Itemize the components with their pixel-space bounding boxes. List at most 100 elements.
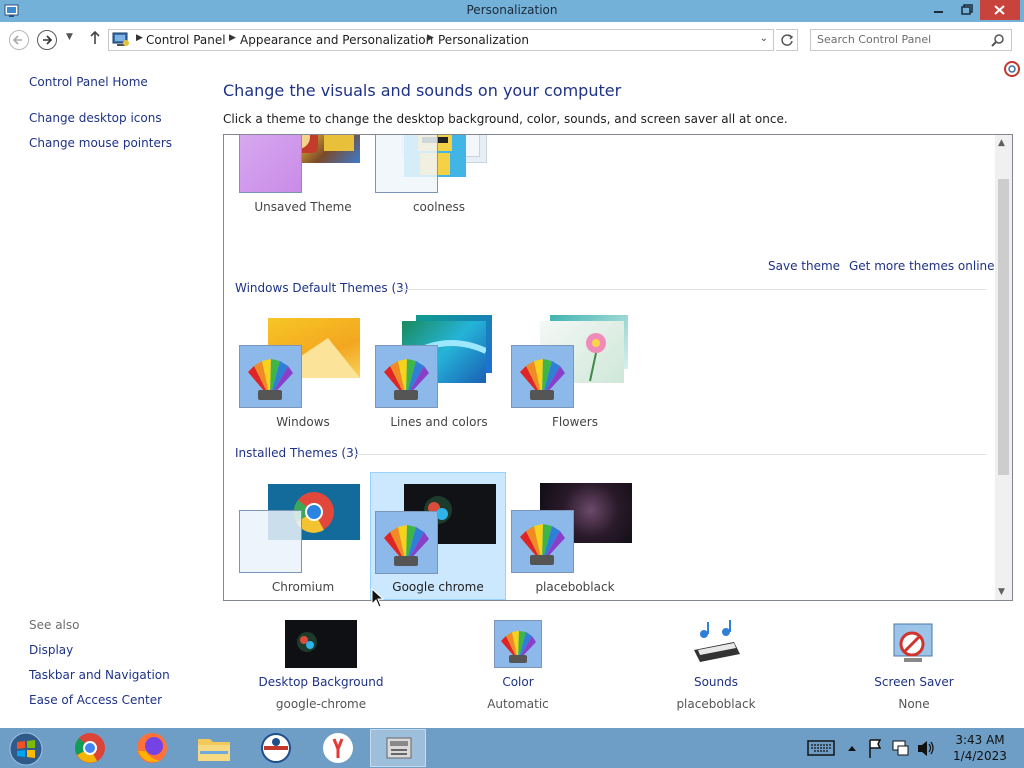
refresh-button[interactable] — [776, 29, 798, 51]
see-also-heading: See also — [29, 618, 80, 632]
volume-icon[interactable] — [916, 728, 936, 768]
app-taskbar-button[interactable] — [248, 729, 304, 767]
control-panel-icon — [112, 32, 129, 46]
desktop-background-value: google-chrome — [275, 697, 367, 711]
theme-color-swatch — [375, 345, 438, 408]
theme-unsaved[interactable]: Unsaved Theme — [236, 135, 370, 229]
start-button[interactable] — [0, 729, 50, 767]
firefox-taskbar-button[interactable] — [124, 729, 180, 767]
title-bar: Personalization — [0, 0, 1024, 22]
forward-button[interactable] — [37, 30, 57, 50]
desktop-background-label[interactable]: Desktop Background — [241, 675, 401, 689]
restore-icon — [961, 4, 973, 15]
theme-label: Lines and colors — [390, 415, 488, 429]
chrome-icon — [75, 733, 105, 763]
up-arrow-icon — [90, 30, 100, 44]
theme-chromium[interactable]: Chromium — [236, 480, 370, 600]
theme-lines-and-colors[interactable]: Lines and colors — [372, 315, 506, 439]
recent-locations-dropdown[interactable]: ▼ — [66, 32, 73, 42]
scroll-up-icon[interactable]: ▲ — [998, 138, 1005, 148]
breadcrumb-appearance[interactable]: Appearance and Personalization — [240, 33, 433, 47]
mouse-cursor-icon — [371, 588, 385, 608]
screen-saver-label[interactable]: Screen Saver — [834, 675, 994, 689]
ease-of-access-link[interactable]: Ease of Access Center — [29, 693, 162, 707]
theme-color-swatch — [375, 135, 438, 193]
close-button[interactable] — [980, 0, 1020, 20]
back-button[interactable] — [9, 30, 29, 50]
screen-saver-icon — [893, 623, 933, 662]
navigation-bar: ▼ ▶ Control Panel ▶ Appearance and Perso… — [0, 22, 1024, 58]
network-icon[interactable] — [890, 728, 912, 768]
file-explorer-taskbar-button[interactable] — [186, 729, 242, 767]
refresh-icon — [780, 34, 793, 46]
theme-label: coolness — [412, 200, 466, 214]
address-dropdown-icon[interactable]: ⌄ — [760, 33, 768, 44]
control-panel-icon — [386, 737, 412, 759]
change-desktop-icons-link[interactable]: Change desktop icons — [29, 111, 162, 125]
theme-google-chrome[interactable]: Google chrome — [370, 472, 506, 600]
window-title: Personalization — [466, 3, 558, 17]
breadcrumb-separator[interactable]: ▶ — [136, 33, 143, 43]
page-description: Click a theme to change the desktop back… — [223, 112, 788, 126]
change-mouse-pointers-link[interactable]: Change mouse pointers — [29, 136, 172, 150]
up-button[interactable] — [88, 29, 102, 49]
default-themes-heading: Windows Default Themes (3) — [235, 281, 409, 295]
file-explorer-icon — [198, 739, 230, 761]
theme-placeboblack[interactable]: placeboblack — [508, 480, 642, 600]
theme-label: Google chrome — [392, 580, 484, 594]
theme-coolness[interactable]: coolness — [372, 135, 506, 229]
forward-arrow-icon — [43, 35, 53, 45]
search-icon[interactable] — [991, 33, 1005, 47]
screen-saver-value: None — [898, 697, 930, 711]
color-fan-icon — [248, 359, 293, 400]
sounds-label[interactable]: Sounds — [636, 675, 796, 689]
search-input[interactable] — [817, 33, 987, 46]
breadcrumb-separator[interactable]: ▶ — [229, 33, 236, 43]
firefox-icon — [137, 733, 167, 763]
color-label[interactable]: Color — [438, 675, 598, 689]
restore-button[interactable] — [954, 0, 980, 20]
show-hidden-icons-icon[interactable] — [846, 728, 858, 768]
breadcrumb-separator[interactable]: ▶ — [427, 33, 434, 43]
theme-label: Windows — [276, 415, 330, 429]
chrome-taskbar-button[interactable] — [62, 729, 118, 767]
taskbar-navigation-link[interactable]: Taskbar and Navigation — [29, 668, 170, 682]
color-value: Automatic — [487, 697, 549, 711]
theme-color-swatch — [239, 345, 302, 408]
color-fan-icon — [384, 359, 429, 400]
left-pane: Control Panel Home Change desktop icons … — [0, 58, 210, 728]
keyboard-icon[interactable] — [806, 728, 836, 768]
theme-preview-art — [297, 632, 317, 652]
color-fan-icon — [520, 524, 565, 565]
get-more-themes-link[interactable]: Get more themes online — [849, 259, 995, 273]
display-link[interactable]: Display — [29, 643, 73, 657]
installed-themes-heading: Installed Themes (3) — [235, 446, 359, 460]
color-fan-icon — [520, 359, 565, 400]
theme-list[interactable]: Unsaved Theme coolness Save theme Get mo… — [223, 134, 1013, 601]
help-icon[interactable] — [1004, 61, 1020, 77]
search-box[interactable] — [810, 29, 1012, 51]
color-swatch — [494, 620, 542, 668]
color-fan-icon — [384, 525, 429, 566]
control-panel-home-link[interactable]: Control Panel Home — [29, 75, 148, 89]
group-divider — [399, 289, 987, 290]
back-arrow-icon — [12, 35, 22, 45]
control-panel-taskbar-button[interactable] — [370, 729, 426, 767]
scroll-down-icon[interactable]: ▼ — [998, 587, 1005, 597]
yandex-taskbar-button[interactable] — [310, 729, 366, 767]
windows-logo-icon — [9, 732, 43, 766]
breadcrumb-personalization[interactable]: Personalization — [438, 33, 529, 47]
color-fan-icon — [501, 631, 536, 663]
theme-windows[interactable]: Windows — [236, 315, 370, 439]
address-bar[interactable]: ▶ Control Panel ▶ Appearance and Persona… — [108, 29, 774, 51]
group-divider — [354, 454, 987, 455]
minimize-button[interactable] — [924, 0, 954, 20]
save-theme-link[interactable]: Save theme — [768, 259, 840, 273]
theme-list-scrollbar[interactable]: ▲ ▼ — [995, 135, 1012, 600]
scroll-thumb[interactable] — [998, 179, 1009, 475]
breadcrumb-control-panel[interactable]: Control Panel — [146, 33, 226, 47]
page-title: Change the visuals and sounds on your co… — [223, 81, 622, 100]
system-clock[interactable]: 3:43 AM 1/4/2023 — [940, 732, 1020, 764]
action-center-flag-icon[interactable] — [866, 728, 884, 768]
theme-flowers[interactable]: Flowers — [508, 315, 642, 439]
